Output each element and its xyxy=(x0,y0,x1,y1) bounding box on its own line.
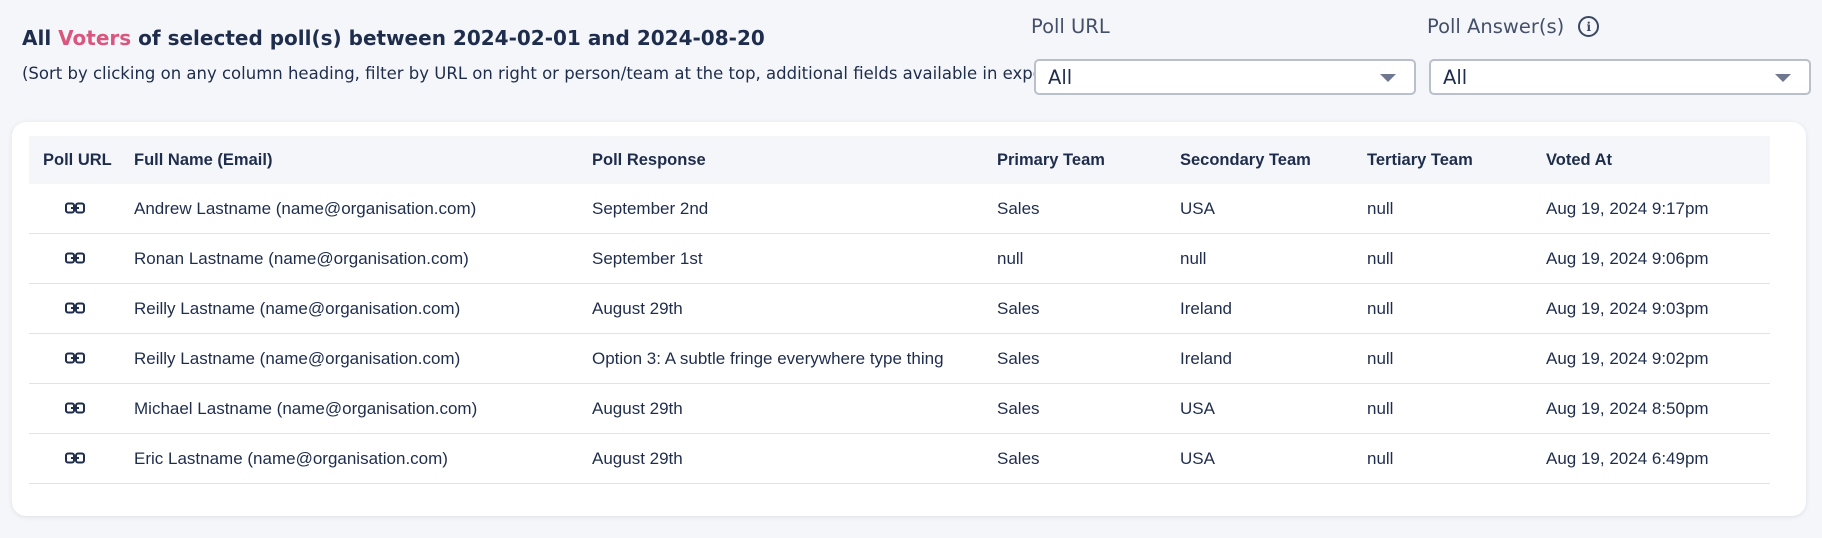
poll-response-cell: September 2nd xyxy=(578,184,983,234)
tertiary-team-cell: null xyxy=(1353,383,1532,434)
chevron-down-icon xyxy=(1380,74,1396,82)
end-date: 2024-08-20 xyxy=(636,26,765,50)
poll-answers-select[interactable]: All xyxy=(1429,59,1811,95)
tertiary-team-cell: null xyxy=(1353,233,1532,284)
secondary-team-cell: Ireland xyxy=(1166,283,1353,334)
poll-url-cell xyxy=(29,233,120,284)
table-row: Michael Lastname (name@organisation.com)… xyxy=(29,383,1770,434)
link-icon[interactable] xyxy=(64,399,85,419)
primary-team-cell: null xyxy=(983,233,1166,284)
page-subtitle: (Sort by clicking on any column heading,… xyxy=(22,64,1063,83)
table-row: Ronan Lastname (name@organisation.com) S… xyxy=(29,233,1770,284)
poll-url-cell xyxy=(29,433,120,484)
full-name-cell: Reilly Lastname (name@organisation.com) xyxy=(120,283,578,334)
secondary-team-cell: USA xyxy=(1166,433,1353,484)
voters-table: Poll URL Full Name (Email) Poll Response… xyxy=(29,136,1770,484)
poll-url-cell xyxy=(29,333,120,384)
table-row: Eric Lastname (name@organisation.com) Au… xyxy=(29,433,1770,484)
secondary-team-cell: Ireland xyxy=(1166,333,1353,384)
voted-at-cell: Aug 19, 2024 9:06pm xyxy=(1532,233,1770,284)
secondary-team-cell: null xyxy=(1166,233,1353,284)
full-name-cell: Ronan Lastname (name@organisation.com) xyxy=(120,233,578,284)
voted-at-cell: Aug 19, 2024 9:17pm xyxy=(1532,184,1770,234)
link-icon[interactable] xyxy=(64,249,85,269)
primary-team-cell: Sales xyxy=(983,433,1166,484)
table-row: Andrew Lastname (name@organisation.com) … xyxy=(29,184,1770,234)
poll-response-cell: September 1st xyxy=(578,233,983,284)
title-and: and xyxy=(587,26,630,50)
table-row: Reilly Lastname (name@organisation.com) … xyxy=(29,333,1770,384)
column-header-tertiary-team[interactable]: Tertiary Team xyxy=(1353,136,1532,184)
column-header-poll-url[interactable]: Poll URL xyxy=(29,136,120,184)
poll-response-cell: Option 3: A subtle fringe everywhere typ… xyxy=(578,333,983,384)
poll-url-cell xyxy=(29,283,120,334)
link-icon[interactable] xyxy=(64,299,85,319)
voters-table-card: Poll URL Full Name (Email) Poll Response… xyxy=(12,122,1806,516)
full-name-cell: Reilly Lastname (name@organisation.com) xyxy=(120,333,578,384)
poll-answers-label: Poll Answer(s) i xyxy=(1427,15,1600,38)
title-prefix: All xyxy=(22,26,52,50)
link-icon[interactable] xyxy=(64,199,85,219)
primary-team-cell: Sales xyxy=(983,333,1166,384)
poll-url-select[interactable]: All xyxy=(1034,59,1416,95)
column-header-secondary-team[interactable]: Secondary Team xyxy=(1166,136,1353,184)
full-name-cell: Andrew Lastname (name@organisation.com) xyxy=(120,184,578,234)
title-accent: Voters xyxy=(58,26,132,50)
title-middle: of selected poll(s) between xyxy=(138,26,446,50)
link-icon[interactable] xyxy=(64,449,85,469)
column-header-poll-response[interactable]: Poll Response xyxy=(578,136,983,184)
poll-url-label: Poll URL xyxy=(1031,15,1110,38)
tertiary-team-cell: null xyxy=(1353,333,1532,384)
voted-at-cell: Aug 19, 2024 9:03pm xyxy=(1532,283,1770,334)
voted-at-cell: Aug 19, 2024 8:50pm xyxy=(1532,383,1770,434)
chevron-down-icon xyxy=(1775,74,1791,82)
secondary-team-cell: USA xyxy=(1166,184,1353,234)
primary-team-cell: Sales xyxy=(983,283,1166,334)
poll-response-cell: August 29th xyxy=(578,283,983,334)
poll-response-cell: August 29th xyxy=(578,383,983,434)
tertiary-team-cell: null xyxy=(1353,184,1532,234)
start-date: 2024-02-01 xyxy=(452,26,581,50)
full-name-cell: Michael Lastname (name@organisation.com) xyxy=(120,383,578,434)
primary-team-cell: Sales xyxy=(983,184,1166,234)
secondary-team-cell: USA xyxy=(1166,383,1353,434)
column-header-full-name[interactable]: Full Name (Email) xyxy=(120,136,578,184)
tertiary-team-cell: null xyxy=(1353,433,1532,484)
voted-at-cell: Aug 19, 2024 9:02pm xyxy=(1532,333,1770,384)
primary-team-cell: Sales xyxy=(983,383,1166,434)
table-header-row: Poll URL Full Name (Email) Poll Response… xyxy=(29,136,1770,184)
table-row: Reilly Lastname (name@organisation.com) … xyxy=(29,283,1770,334)
link-icon[interactable] xyxy=(64,349,85,369)
tertiary-team-cell: null xyxy=(1353,283,1532,334)
poll-url-cell xyxy=(29,184,120,234)
info-icon[interactable]: i xyxy=(1578,16,1600,37)
page-title: All Voters of selected poll(s) between 2… xyxy=(22,26,765,50)
full-name-cell: Eric Lastname (name@organisation.com) xyxy=(120,433,578,484)
column-header-primary-team[interactable]: Primary Team xyxy=(983,136,1166,184)
voted-at-cell: Aug 19, 2024 6:49pm xyxy=(1532,433,1770,484)
column-header-voted-at[interactable]: Voted At xyxy=(1532,136,1770,184)
poll-answers-label-text: Poll Answer(s) xyxy=(1427,15,1565,38)
poll-response-cell: August 29th xyxy=(578,433,983,484)
poll-answers-select-value: All xyxy=(1443,65,1468,89)
poll-url-select-value: All xyxy=(1048,65,1073,89)
poll-url-label-text: Poll URL xyxy=(1031,15,1110,38)
poll-url-cell xyxy=(29,383,120,434)
